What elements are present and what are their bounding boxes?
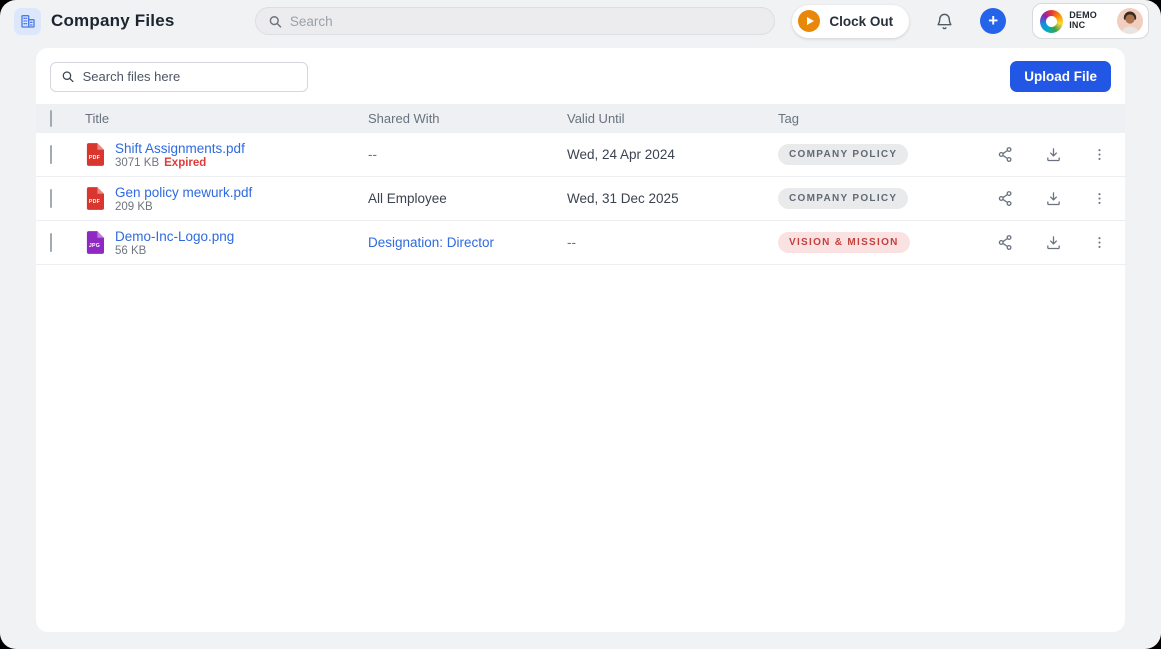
- table-body: PDF Shift Assignments.pdf 3071 KB Expire…: [36, 133, 1125, 265]
- shared-with-value: --: [368, 146, 377, 162]
- add-button[interactable]: +: [980, 8, 1007, 34]
- share-icon: [998, 147, 1012, 162]
- file-size: 3071 KB: [115, 156, 160, 169]
- select-all-checkbox[interactable]: [50, 110, 52, 127]
- expired-badge: Expired: [164, 156, 207, 169]
- file-type-icon: PDF: [85, 187, 104, 210]
- file-type-label: PDF: [89, 155, 100, 161]
- clock-out-play-icon: [798, 10, 821, 32]
- global-search[interactable]: [254, 7, 775, 35]
- share-button[interactable]: [997, 190, 1014, 207]
- share-button[interactable]: [997, 146, 1014, 163]
- row-checkbox[interactable]: [50, 188, 52, 208]
- app-window: Company Files Clock Out + DEMO INC: [0, 0, 1161, 649]
- kebab-menu-icon: [1098, 149, 1101, 160]
- table-row: PDF Shift Assignments.pdf 3071 KB Expire…: [36, 133, 1125, 177]
- upload-file-button[interactable]: Upload File: [1010, 61, 1111, 92]
- file-type-icon: PDF: [85, 143, 104, 166]
- share-icon: [998, 235, 1012, 250]
- file-meta: 56 KB: [115, 245, 234, 257]
- table-header: Title Shared With Valid Until Tag: [36, 104, 1125, 133]
- topbar: Company Files Clock Out + DEMO INC: [0, 0, 1161, 42]
- shared-with-value: All Employee: [368, 190, 447, 206]
- user-avatar[interactable]: [1117, 8, 1143, 34]
- more-options-button[interactable]: [1092, 147, 1107, 162]
- clock-out-button[interactable]: Clock Out: [792, 4, 910, 38]
- table-row: PDF Gen policy mewurk.pdf 209 KB All Emp…: [36, 177, 1125, 221]
- company-files-icon: [14, 7, 41, 35]
- table-row: JPG Demo-Inc-Logo.png 56 KB Designation:…: [36, 221, 1125, 265]
- topbar-actions: Clock Out + DEMO INC: [792, 3, 1149, 39]
- valid-until-value: Wed, 31 Dec 2025: [567, 190, 679, 206]
- tag-badge: COMPANY POLICY: [778, 188, 909, 209]
- kebab-menu-icon: [1098, 237, 1101, 248]
- more-options-button[interactable]: [1092, 235, 1107, 250]
- download-button[interactable]: [1045, 146, 1062, 163]
- clock-out-label: Clock Out: [829, 13, 894, 29]
- file-size: 56 KB: [115, 244, 147, 257]
- file-meta: 209 KB: [115, 201, 252, 213]
- search-icon: [62, 71, 74, 83]
- plus-icon: +: [988, 10, 999, 30]
- kebab-menu-icon: [1098, 193, 1101, 204]
- column-header-tag: Tag: [778, 111, 799, 126]
- global-search-input[interactable]: [289, 13, 762, 29]
- search-icon: [269, 15, 281, 28]
- notifications-button[interactable]: [935, 12, 954, 31]
- file-type-icon: JPG: [85, 231, 104, 254]
- column-header-shared-with: Shared With: [368, 111, 440, 126]
- bell-icon: [937, 13, 952, 29]
- file-meta: 3071 KB Expired: [115, 157, 245, 169]
- valid-until-value: --: [567, 234, 576, 250]
- column-header-title: Title: [85, 111, 110, 126]
- files-panel: Upload File Title Shared With Valid Unti…: [36, 48, 1125, 632]
- company-logo-icon: [1040, 9, 1064, 33]
- file-name-link[interactable]: Demo-Inc-Logo.png: [115, 229, 234, 244]
- page-title: Company Files: [51, 11, 175, 30]
- company-name: DEMO INC: [1069, 10, 1097, 30]
- file-type-label: PDF: [89, 199, 100, 205]
- files-search-input[interactable]: [82, 69, 297, 84]
- file-size: 209 KB: [115, 200, 153, 213]
- tag-badge: COMPANY POLICY: [778, 144, 909, 165]
- shared-with-value[interactable]: Designation: Director: [368, 235, 494, 250]
- account-menu[interactable]: DEMO INC: [1032, 3, 1149, 39]
- file-type-label: JPG: [89, 243, 100, 249]
- share-button[interactable]: [997, 234, 1014, 251]
- files-search[interactable]: [50, 61, 308, 92]
- file-name-link[interactable]: Shift Assignments.pdf: [115, 141, 245, 156]
- files-toolbar: Upload File: [36, 48, 1125, 104]
- download-button[interactable]: [1045, 234, 1062, 251]
- download-icon: [1046, 236, 1060, 250]
- more-options-button[interactable]: [1092, 191, 1107, 206]
- share-icon: [998, 191, 1012, 206]
- download-button[interactable]: [1045, 190, 1062, 207]
- tag-badge: VISION & MISSION: [778, 232, 910, 253]
- download-icon: [1046, 192, 1060, 206]
- row-checkbox[interactable]: [50, 232, 52, 252]
- valid-until-value: Wed, 24 Apr 2024: [567, 146, 675, 162]
- row-checkbox[interactable]: [50, 144, 52, 164]
- download-icon: [1046, 148, 1060, 162]
- file-name-link[interactable]: Gen policy mewurk.pdf: [115, 185, 252, 200]
- column-header-valid-until: Valid Until: [567, 111, 625, 126]
